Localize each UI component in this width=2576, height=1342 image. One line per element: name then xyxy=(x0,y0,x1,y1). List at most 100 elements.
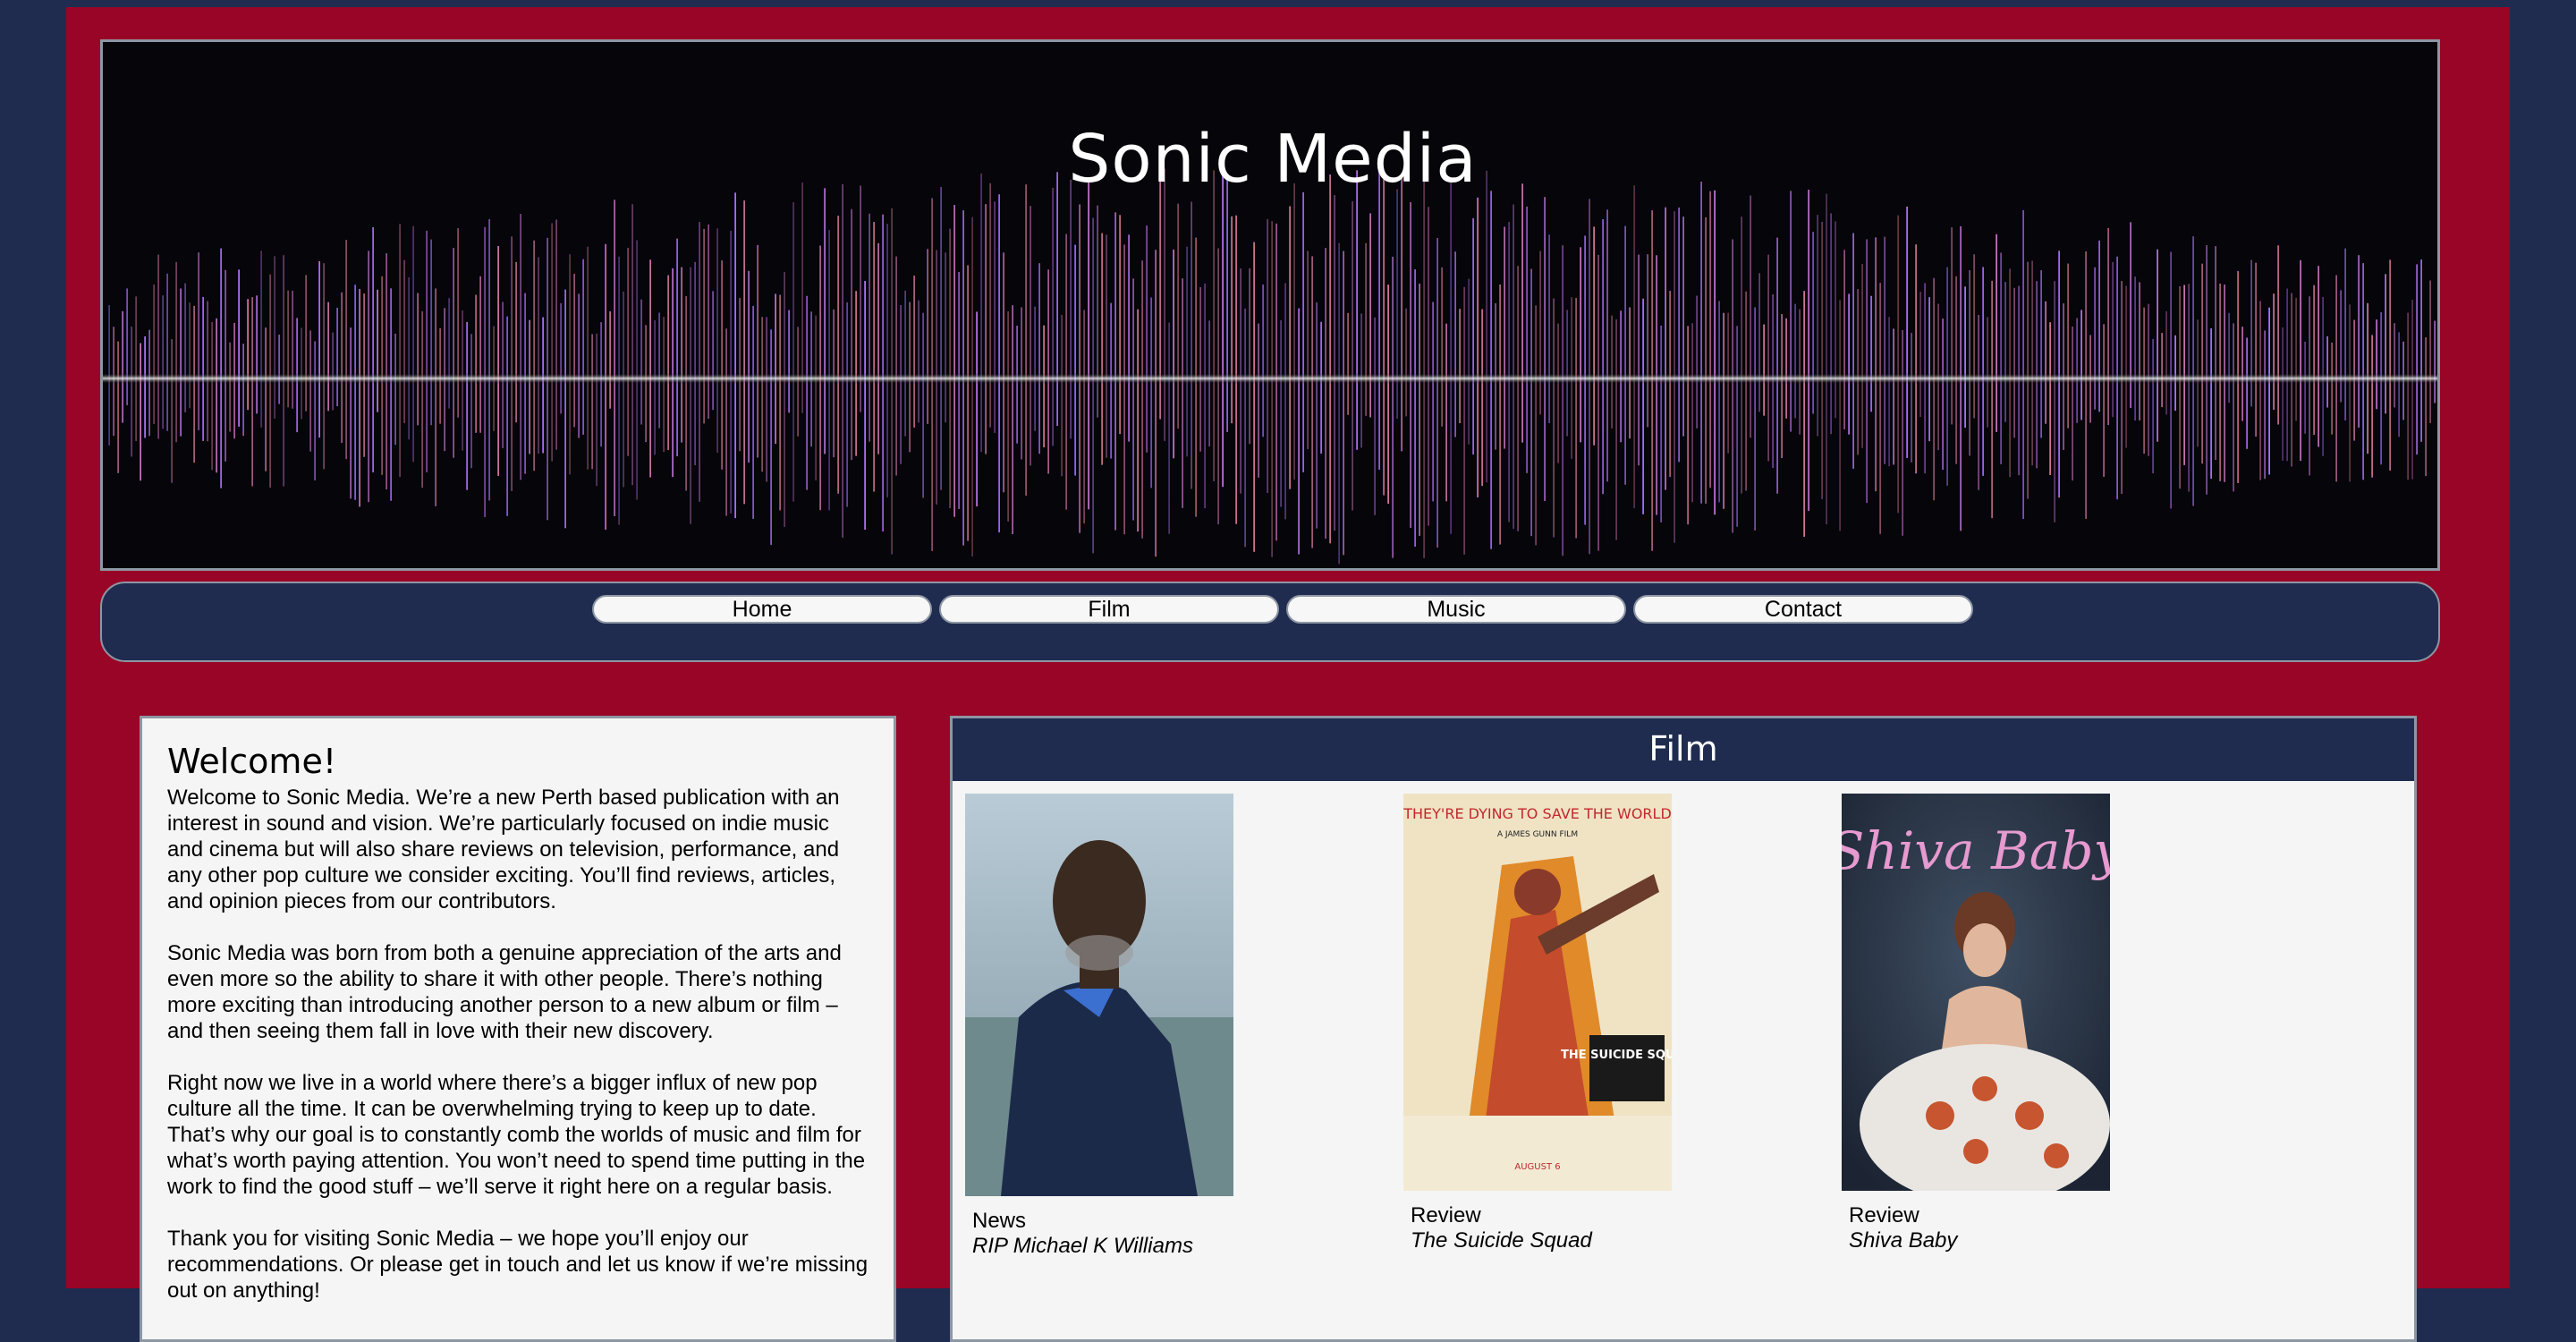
soundwave-bar xyxy=(1258,323,1259,478)
film-card-title[interactable]: Shiva Baby xyxy=(1842,1228,2128,1253)
nav-music-button[interactable]: Music xyxy=(1286,595,1626,624)
soundwave-bar xyxy=(225,269,226,462)
soundwave-bar xyxy=(1038,263,1040,454)
soundwave-bar xyxy=(1150,297,1152,488)
soundwave-bar xyxy=(1843,250,1845,429)
soundwave-bar xyxy=(386,253,387,490)
soundwave-bar xyxy=(1504,226,1505,449)
soundwave-bar xyxy=(1508,222,1510,522)
soundwave-bar xyxy=(913,275,915,428)
michael-k-williams-photo[interactable] xyxy=(965,794,1233,1196)
soundwave-bar xyxy=(569,254,571,475)
soundwave-bar xyxy=(457,228,459,418)
soundwave-bar xyxy=(1414,269,1416,548)
soundwave-bar xyxy=(1302,191,1304,472)
soundwave-bar xyxy=(1056,172,1058,427)
shiva-baby-poster[interactable]: Shiva Baby xyxy=(1842,794,2110,1191)
soundwave-bar xyxy=(2206,245,2207,495)
soundwave-bar xyxy=(2067,263,2069,429)
soundwave-bar xyxy=(1915,244,1917,474)
soundwave-bar xyxy=(591,334,593,470)
soundwave-bar xyxy=(1222,166,1224,488)
soundwave-bar xyxy=(274,256,275,419)
soundwave-bar xyxy=(1334,195,1335,531)
soundwave-bar xyxy=(1919,292,1921,417)
site-title: Sonic Media xyxy=(1068,121,1478,198)
soundwave-bar xyxy=(453,248,454,458)
soundwave-bar xyxy=(1857,289,1859,455)
soundwave-bar xyxy=(627,247,629,456)
soundwave-bar xyxy=(229,342,231,432)
soundwave-bar xyxy=(323,263,325,470)
soundwave-bar xyxy=(403,259,405,423)
film-card-title[interactable]: RIP Michael K Williams xyxy=(965,1234,1251,1259)
soundwave-bar xyxy=(157,254,159,439)
soundwave-bar xyxy=(2103,324,2105,477)
soundwave-bar xyxy=(1897,215,1899,514)
soundwave-bar xyxy=(1070,179,1072,439)
soundwave-bar xyxy=(430,239,432,426)
soundwave-bar xyxy=(2210,327,2212,480)
soundwave-bar xyxy=(1521,183,1523,443)
suicide-squad-poster[interactable]: THEY'RE DYING TO SAVE THE WORLD A JAMES … xyxy=(1403,794,1672,1191)
soundwave-bar xyxy=(1544,197,1546,501)
soundwave-bar xyxy=(1177,203,1179,429)
soundwave-bar xyxy=(247,299,249,411)
nav-contact-button[interactable]: Contact xyxy=(1633,595,1973,624)
soundwave-bar xyxy=(1656,255,1657,515)
soundwave-bar xyxy=(1191,201,1192,489)
soundwave-bar xyxy=(1848,293,1850,435)
soundwave-bar xyxy=(1025,184,1027,496)
soundwave-bar xyxy=(345,240,347,460)
soundwave-bar xyxy=(1647,254,1648,428)
soundwave-bar xyxy=(1969,270,1970,456)
soundwave-bar xyxy=(171,339,173,483)
film-card-review[interactable]: THEY'RE DYING TO SAVE THE WORLD A JAMES … xyxy=(1403,794,1690,1253)
soundwave-bar xyxy=(582,259,584,435)
nav-film-button[interactable]: Film xyxy=(939,595,1279,624)
soundwave-bar xyxy=(131,327,132,457)
soundwave-bar xyxy=(1642,298,1644,514)
soundwave-bar xyxy=(122,310,123,423)
soundwave-bar xyxy=(940,186,942,490)
soundwave-bar xyxy=(792,202,794,502)
soundwave-bar xyxy=(162,295,164,429)
soundwave-bar xyxy=(542,317,544,454)
soundwave-bar xyxy=(1231,216,1233,424)
soundwave-bar xyxy=(1307,251,1309,450)
soundwave-bar xyxy=(242,344,244,437)
soundwave-bar xyxy=(1530,268,1532,537)
soundwave-bar xyxy=(2255,262,2257,437)
film-card-news[interactable]: News RIP Michael K Williams xyxy=(965,794,1251,1259)
soundwave-bar xyxy=(1012,305,1013,535)
soundwave-bar xyxy=(511,236,513,491)
soundwave-bar xyxy=(2331,342,2333,435)
soundwave-bar xyxy=(618,256,620,525)
soundwave-bar xyxy=(2112,261,2114,418)
soundwave-bar xyxy=(1311,256,1313,548)
soundwave-bar xyxy=(2268,307,2270,475)
soundwave-bar xyxy=(640,299,642,425)
soundwave-bar xyxy=(466,321,468,490)
soundwave-bar xyxy=(1821,222,1823,499)
soundwave-bar xyxy=(2295,297,2297,421)
soundwave-bar xyxy=(1852,233,1854,469)
soundwave-bar xyxy=(412,225,414,463)
soundwave-bar xyxy=(1996,234,1997,432)
nav-home-button[interactable]: Home xyxy=(592,595,932,624)
soundwave-bar xyxy=(927,249,928,424)
soundwave-bar xyxy=(2389,259,2391,471)
soundwave-bar xyxy=(1155,250,1157,557)
soundwave-bar xyxy=(1776,237,1778,494)
film-card-title[interactable]: The Suicide Squad xyxy=(1403,1228,1690,1253)
soundwave-bar xyxy=(672,268,674,478)
soundwave-bar xyxy=(1401,175,1402,452)
poster-date: AUGUST 6 xyxy=(1514,1162,1560,1172)
film-card-review[interactable]: Shiva Baby Review Shiva Baby xyxy=(1842,794,2128,1253)
soundwave-bar xyxy=(2107,227,2109,426)
soundwave-bar xyxy=(2425,336,2427,477)
soundwave-bar xyxy=(1141,260,1143,539)
soundwave-bar xyxy=(220,248,222,488)
soundwave-bar xyxy=(1003,252,1004,493)
soundwave-bar xyxy=(1548,234,1550,423)
